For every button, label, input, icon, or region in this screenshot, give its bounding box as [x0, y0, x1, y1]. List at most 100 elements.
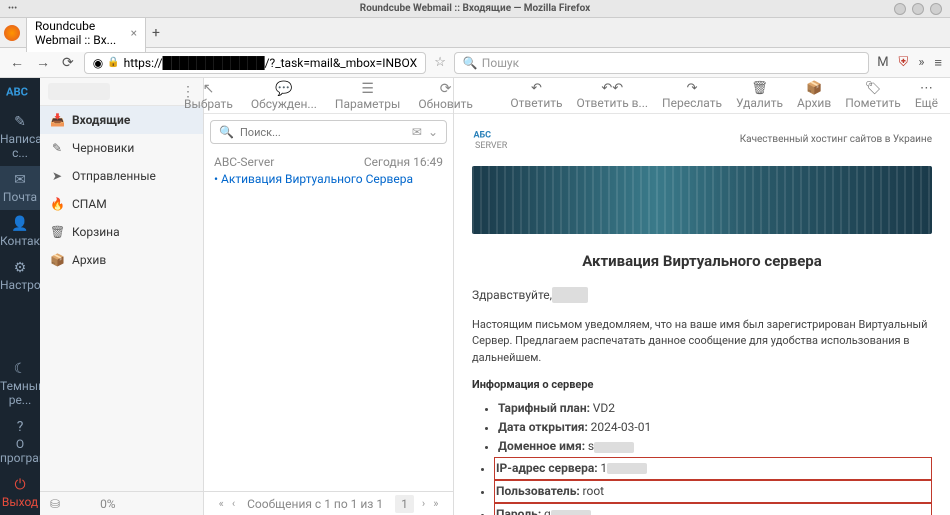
intro-text: Настоящим письмом уведомляем, что на ваш… — [472, 317, 932, 367]
logout-button[interactable]: ⏻Выход — [0, 471, 40, 515]
close-tab-icon[interactable]: × — [131, 26, 137, 40]
threads-button[interactable]: 💬Обсужден... — [251, 81, 317, 111]
pagination-text: Сообщения с 1 по 1 из 1 — [247, 497, 383, 511]
search-placeholder: Пошук — [482, 56, 519, 70]
settings-button[interactable]: ⚙Настройки — [0, 254, 40, 298]
next-page-button[interactable]: › — [422, 497, 425, 510]
list-item: Тарифный план: VD2 — [498, 399, 932, 418]
shield-icon: ◉ — [93, 56, 103, 70]
abc-server-logo-icon: AБCSERVER — [472, 124, 520, 154]
ublock-icon[interactable]: ⛨ — [899, 55, 909, 70]
url-text: https://████████████/?_task=mail&_mbox=I… — [124, 56, 418, 70]
trash-icon: 🗑 — [50, 225, 64, 239]
compose-button[interactable]: ✎Написать с... — [0, 108, 40, 166]
firefox-logo-icon — [4, 25, 20, 41]
contacts-button[interactable]: 👤Контакты — [0, 210, 40, 254]
fire-icon: 🔥 — [50, 197, 64, 211]
folder-drafts[interactable]: ✎Черновики — [40, 134, 203, 162]
new-tab-button[interactable]: + — [152, 25, 160, 41]
cursor-icon: ↖ — [184, 81, 233, 97]
archive-button[interactable]: 📦Архив — [797, 81, 831, 110]
search-icon: 🔍 — [463, 56, 478, 70]
last-page-button[interactable]: » — [433, 497, 438, 510]
search-icon: 🔍 — [219, 125, 234, 139]
pencil-icon: ✎ — [0, 114, 40, 130]
close-button[interactable] — [930, 3, 942, 15]
forward-button[interactable]: → — [34, 52, 52, 73]
message-date: Сегодня 16:49 — [364, 155, 443, 169]
power-icon: ⏻ — [0, 477, 40, 493]
address-bar[interactable]: ◉ 🔒 https://████████████/?_task=mail&_mb… — [84, 52, 426, 74]
window-title: Roundcube Webmail :: Входящие — Mozilla … — [360, 3, 590, 14]
extensions-icon[interactable]: » — [918, 55, 924, 70]
tagline: Качественный хостинг сайтов в Украине — [740, 134, 932, 145]
mark-button[interactable]: 🏷Пометить — [845, 81, 901, 110]
svg-text:SERVER: SERVER — [475, 141, 508, 151]
sliders-icon: ☰ — [335, 81, 400, 97]
info-title: Информация о сервере — [472, 378, 932, 391]
forward-icon: ↷ — [662, 81, 722, 96]
reply-icon: ↶ — [510, 81, 562, 96]
message-search[interactable]: 🔍 ✉ ⌄ — [210, 120, 447, 144]
options-button[interactable]: ☰Параметры — [335, 81, 400, 111]
mail-button[interactable]: ✉Почта — [0, 166, 40, 210]
inbox-icon: 📥 — [50, 113, 64, 127]
message-sender: ABC-Server — [214, 155, 274, 169]
prev-page-button[interactable]: ‹ — [232, 497, 235, 510]
replyall-button[interactable]: ↶↶Ответить в... — [577, 81, 649, 110]
hamburger-menu-icon[interactable]: ≡ — [934, 55, 942, 71]
message-item[interactable]: ABC-Server Сегодня 16:49 Активация Виртуа… — [204, 150, 453, 194]
list-item-ip: IP-адрес сервера: 1 — [494, 457, 932, 480]
folder-archive[interactable]: 📦Архив — [40, 246, 203, 274]
reload-button[interactable]: ⟳ — [60, 53, 76, 73]
quota-text: 0% — [100, 497, 116, 511]
quota-disk-icon: ⛁ — [50, 497, 60, 511]
search-bar[interactable]: 🔍 Пошук — [454, 52, 869, 74]
hero-image — [472, 166, 932, 234]
maximize-button[interactable] — [912, 3, 924, 15]
folder-spam[interactable]: 🔥СПАМ — [40, 190, 203, 218]
more-button[interactable]: ⋯Ещё — [915, 81, 938, 110]
first-page-button[interactable]: « — [219, 497, 224, 510]
sent-icon: ➤ — [50, 169, 64, 183]
tag-icon: 🏷 — [845, 81, 901, 96]
person-icon: 👤 — [0, 216, 40, 232]
app-menu-icon[interactable]: ••• — [8, 4, 17, 14]
select-button[interactable]: ↖Выбрать — [184, 81, 233, 111]
redacted-name — [552, 287, 588, 303]
question-icon: ? — [0, 419, 40, 435]
delete-button[interactable]: 🗑Удалить — [736, 81, 783, 110]
list-item: Доменное имя: s — [498, 437, 932, 456]
current-page: 1 — [395, 495, 414, 513]
account-label — [48, 83, 110, 100]
gmail-icon[interactable]: M — [877, 55, 888, 70]
lock-icon: 🔒 — [107, 57, 119, 68]
svg-text:ABC: ABC — [6, 86, 28, 99]
list-item-pass: Пароль: g — [494, 503, 932, 515]
message-subject: Активация Виртуального Сервера — [214, 169, 443, 189]
folder-sent[interactable]: ➤Отправленные — [40, 162, 203, 190]
moon-icon: ☾ — [0, 361, 40, 377]
reply-button[interactable]: ↶Ответить — [510, 81, 562, 110]
redacted — [607, 463, 647, 474]
folder-inbox[interactable]: 📥Входящие — [40, 106, 203, 134]
roundcube-logo-icon: ABC — [6, 84, 34, 100]
about-button[interactable]: ?О програм... — [0, 413, 40, 471]
redacted — [551, 510, 591, 515]
greeting: Здравствуйте, — [472, 286, 932, 305]
bookmark-star-icon[interactable]: ☆ — [434, 55, 446, 70]
forward-button[interactable]: ↷Переслать — [662, 81, 722, 110]
replyall-icon: ↶↶ — [577, 81, 649, 96]
chevron-down-icon[interactable]: ⌄ — [428, 125, 438, 139]
darkmode-button[interactable]: ☾Темный ре... — [0, 355, 40, 413]
more-icon: ⋯ — [915, 81, 938, 96]
list-item: Дата открытия: 2024-03-01 — [498, 418, 932, 437]
minimize-button[interactable] — [894, 3, 906, 15]
back-button[interactable]: ← — [8, 52, 26, 73]
browser-tab[interactable]: Roundcube Webmail :: Вх... × — [26, 13, 146, 52]
gear-icon: ⚙ — [0, 260, 40, 276]
filter-icon[interactable]: ✉ — [412, 125, 422, 139]
search-input[interactable] — [240, 126, 406, 139]
delete-icon: 🗑 — [736, 81, 783, 96]
folder-trash[interactable]: 🗑Корзина — [40, 218, 203, 246]
